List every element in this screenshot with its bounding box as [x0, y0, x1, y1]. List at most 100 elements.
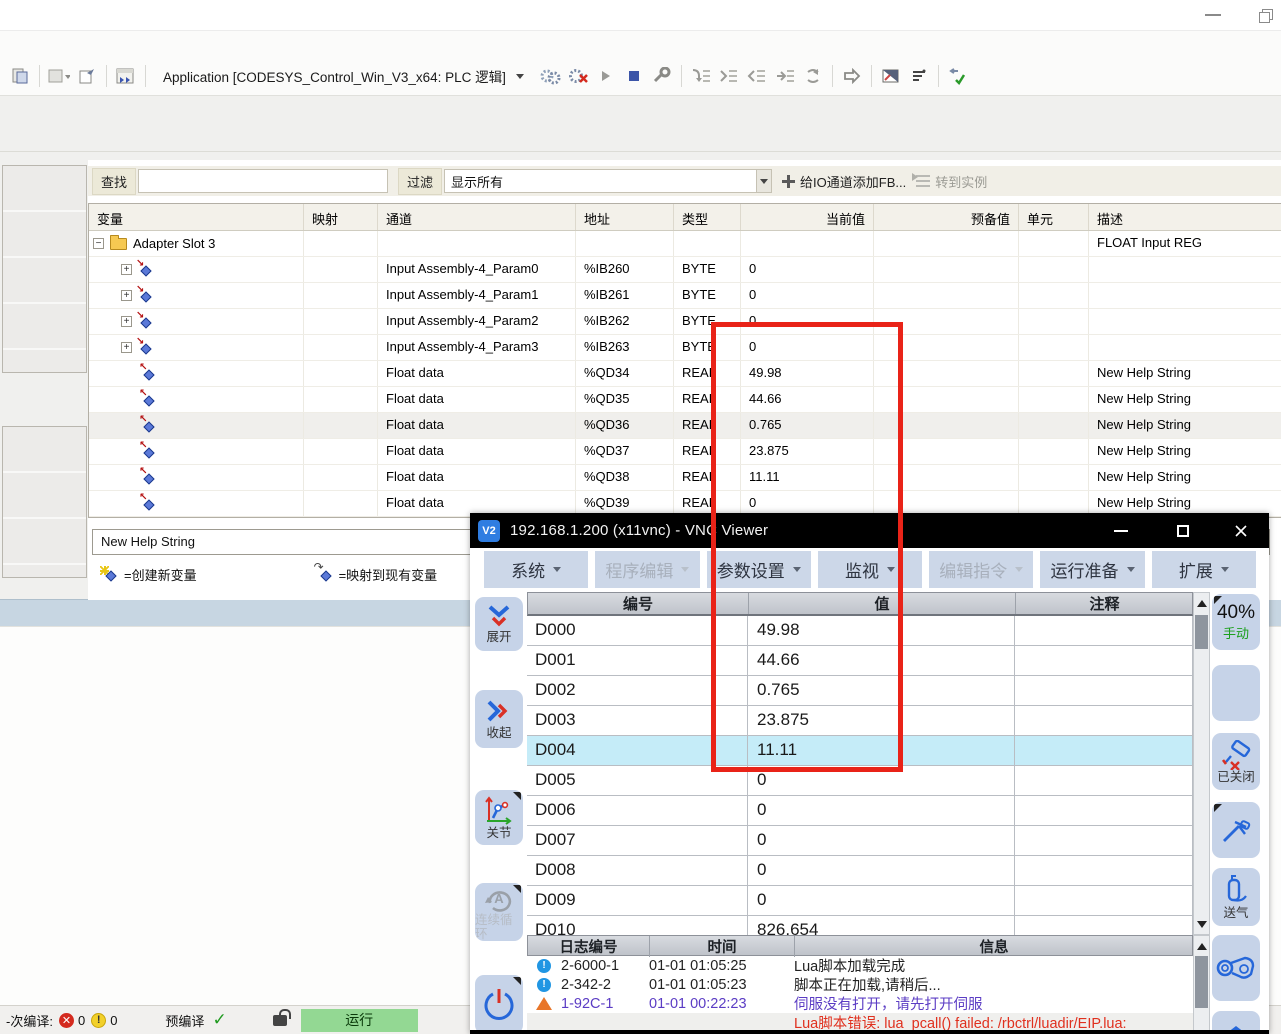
cell-description: New Help String [1089, 465, 1281, 490]
export-icon[interactable] [75, 64, 99, 88]
play-icon[interactable] [594, 64, 618, 88]
scroll-up-icon[interactable] [1194, 595, 1209, 611]
run-to-cursor-icon[interactable] [773, 64, 797, 88]
table-row[interactable]: − + Input Assembly-4_Param1 %IB261 BYTE [89, 283, 1281, 309]
collapse-toggle-icon[interactable]: − [93, 238, 104, 249]
paste-icon[interactable] [8, 64, 32, 88]
codesys-menustrip [0, 30, 1281, 57]
build-icon[interactable] [114, 64, 138, 88]
vnc-minimize-button[interactable] [1098, 513, 1144, 548]
table-row[interactable]: − + Input Assembly-4_Param2 %IB262 BYTE [89, 309, 1281, 335]
single-cycle-icon[interactable] [801, 64, 825, 88]
scroll-thumb[interactable] [1195, 956, 1208, 1008]
expand-toggle-icon[interactable]: + [121, 342, 132, 353]
log-scrollbar[interactable] [1193, 935, 1210, 1034]
table-row[interactable]: − + Float data %QD38 REAL 11.1 [89, 465, 1281, 491]
table-row[interactable]: − + Float data %QD34 REAL 49.9 [89, 361, 1281, 387]
cell-prepared-value[interactable] [874, 413, 1019, 438]
table-row[interactable]: − + Float data %QD37 REAL 23.8 [89, 439, 1281, 465]
servo-power-button[interactable] [475, 975, 523, 1034]
add-fb-button[interactable]: 给IO通道添加FB... [782, 172, 906, 191]
filter-select[interactable]: 显示所有 [444, 169, 772, 193]
menu-item[interactable]: 监视 [818, 551, 922, 588]
expand-toggle-icon[interactable]: + [121, 316, 132, 327]
parameter-row[interactable]: D009 0 [527, 886, 1193, 916]
minimize-button[interactable] [1198, 6, 1228, 24]
stop-icon[interactable] [622, 64, 646, 88]
cell-prepared-value[interactable] [874, 231, 1019, 256]
cell-prepared-value[interactable] [874, 309, 1019, 334]
cell-prepared-value[interactable] [874, 439, 1019, 464]
cell-prepared-value[interactable] [874, 361, 1019, 386]
parameter-row[interactable]: D006 0 [527, 796, 1193, 826]
log-row[interactable]: ! 1-92C-1 01-01 00:22:23 伺服没有打开，请先打开伺服 [527, 994, 1193, 1013]
scroll-thumb[interactable] [1195, 615, 1208, 649]
log-row[interactable]: ! 2-342-2 01-01 01:05:23 脚本正在加载,请稍后... [527, 975, 1193, 994]
log-row[interactable]: ! 2-6000-1 01-01 01:05:25 Lua脚本加载完成 [527, 956, 1193, 975]
table-row[interactable]: − + Adapter Slot 3 [89, 231, 1281, 257]
torch-button[interactable] [1212, 802, 1260, 858]
new-object-dropdown-icon[interactable] [47, 64, 71, 88]
pou-pane[interactable] [2, 426, 87, 578]
chevron-down-icon [887, 567, 895, 572]
mode-label: 手动 [1223, 623, 1249, 642]
cell-prepared-value[interactable] [874, 257, 1019, 282]
flow-control-icon[interactable] [879, 64, 903, 88]
cell-prepared-value[interactable] [874, 283, 1019, 308]
table-row[interactable]: − + Float data %QD35 REAL 44.6 [89, 387, 1281, 413]
restore-button[interactable] [1250, 6, 1280, 24]
joint-mode-button[interactable]: 关节 [475, 790, 523, 845]
find-input[interactable] [138, 169, 388, 193]
blank-button[interactable] [1212, 665, 1260, 721]
cell-prepared-value[interactable] [874, 335, 1019, 360]
speed-mode-button[interactable]: 40% 手动 [1212, 594, 1260, 650]
step-over-icon[interactable] [689, 64, 713, 88]
devices-pane[interactable] [2, 165, 87, 373]
table-row[interactable]: − + Float data %QD36 REAL 0.76 [89, 413, 1281, 439]
collapse-button[interactable]: 收起 [475, 690, 523, 748]
menu-item[interactable]: 编辑指令 [929, 551, 1033, 588]
login-icon[interactable] [538, 64, 562, 88]
gas-supply-button[interactable]: 送气 [1212, 868, 1260, 926]
parameter-row[interactable]: D002 0.765 [527, 676, 1193, 706]
cell-number: D001 [527, 646, 748, 675]
parameter-row[interactable]: D003 23.875 [527, 706, 1193, 736]
step-out-icon[interactable] [745, 64, 769, 88]
menu-item[interactable]: 运行准备 [1040, 551, 1144, 588]
expand-button[interactable]: 展开 [475, 597, 523, 651]
parameter-row[interactable]: D007 0 [527, 826, 1193, 856]
force-values-icon[interactable] [840, 64, 864, 88]
goto-instance-button[interactable]: 转到实例 [916, 172, 987, 191]
vnc-close-button[interactable] [1218, 513, 1264, 548]
menu-item[interactable]: 程序编辑 [595, 551, 699, 588]
menu-item[interactable]: 参数设置 [707, 551, 811, 588]
application-selector[interactable]: Application [CODESYS_Control_Win_V3_x64:… [155, 63, 532, 89]
logout-icon[interactable] [566, 64, 590, 88]
robot-handle-button[interactable] [1212, 935, 1260, 1001]
vnc-maximize-button[interactable] [1160, 513, 1206, 548]
parameter-row[interactable]: D000 49.98 [527, 616, 1193, 646]
wrench-icon[interactable] [650, 64, 674, 88]
parameter-table-header: 编号 值 注释 [527, 592, 1193, 616]
scroll-up-icon[interactable] [1194, 938, 1209, 954]
cell-prepared-value[interactable] [874, 465, 1019, 490]
parameter-row[interactable]: D005 0 [527, 766, 1193, 796]
refresh-check-icon[interactable] [946, 64, 970, 88]
scroll-down-icon[interactable] [1194, 916, 1209, 932]
watch-list-icon[interactable] [907, 64, 931, 88]
tool-closed-button[interactable]: 已关闭 [1212, 733, 1260, 790]
parameter-scrollbar[interactable] [1193, 592, 1210, 935]
parameter-row[interactable]: D001 44.66 [527, 646, 1193, 676]
vnc-titlebar[interactable]: V2 192.168.1.200 (x11vnc) - VNC Viewer [470, 513, 1269, 548]
expand-toggle-icon[interactable]: + [121, 290, 132, 301]
table-row[interactable]: − + Input Assembly-4_Param0 %IB260 BYTE [89, 257, 1281, 283]
menu-item[interactable]: 系统 [484, 551, 588, 588]
menu-item[interactable]: 扩展 [1152, 551, 1256, 588]
parameter-row[interactable]: D004 11.11 [527, 736, 1193, 766]
continuous-loop-button[interactable]: A 连续循环 [475, 883, 523, 941]
step-into-icon[interactable] [717, 64, 741, 88]
parameter-row[interactable]: D008 0 [527, 856, 1193, 886]
expand-toggle-icon[interactable]: + [121, 264, 132, 275]
table-row[interactable]: − + Input Assembly-4_Param3 %IB263 BYTE [89, 335, 1281, 361]
cell-prepared-value[interactable] [874, 387, 1019, 412]
